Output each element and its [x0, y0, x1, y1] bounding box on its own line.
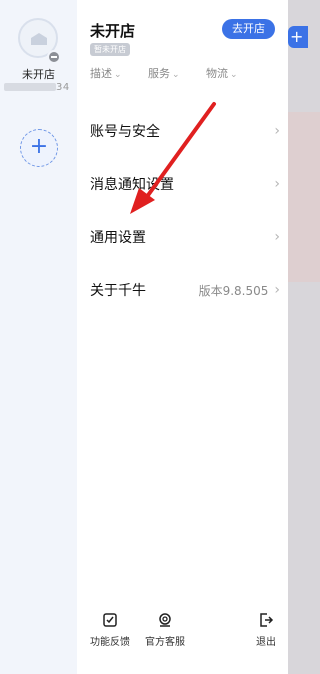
settings-drawer: 未开店 暂未开店 去开店 描述 ⌄ 服务 ⌄ 物流 ⌄ 账号与安全 › 消息通知设置 … [77, 0, 288, 674]
menu-label: 关于千牛 [90, 283, 146, 299]
chevron-right-icon: › [274, 282, 280, 298]
menu-account-security[interactable]: 账号与安全 › [90, 118, 280, 144]
metric-label: 物流 [206, 67, 228, 80]
background-page-overlay[interactable] [288, 0, 320, 674]
shop-switcher-rail: 未开店 34 + [0, 0, 77, 674]
logout-icon [260, 613, 274, 627]
menu-label: 消息通知设置 [90, 177, 174, 193]
shop-metrics: 描述 ⌄ 服务 ⌄ 物流 ⌄ [90, 65, 280, 81]
rail-account-id: 34 [4, 82, 70, 93]
shop-status-tag: 暂未开店 [90, 43, 130, 56]
app-version: 版本9.8.505 [198, 283, 269, 298]
chevron-right-icon: › [274, 176, 280, 192]
metric-service[interactable]: 服务 ⌄ [148, 65, 206, 81]
add-shop-button[interactable]: + [20, 129, 58, 167]
feedback-button[interactable]: 功能反馈 [85, 612, 135, 648]
rail-shop-name: 未开店 [22, 68, 55, 81]
chevron-right-icon: › [274, 123, 280, 139]
customer-service-button[interactable]: 官方客服 [140, 612, 190, 648]
metric-description[interactable]: 描述 ⌄ [90, 65, 148, 81]
metric-label: 服务 [148, 67, 170, 80]
menu-notification-settings[interactable]: 消息通知设置 › [90, 171, 280, 197]
background-card [288, 112, 320, 282]
menu-label: 账号与安全 [90, 124, 160, 140]
logout-label: 退出 [256, 637, 276, 648]
account-id-suffix: 34 [56, 82, 70, 93]
store-icon [31, 33, 47, 45]
chevron-right-icon: › [274, 229, 280, 245]
remove-badge-icon[interactable] [47, 50, 61, 64]
open-shop-button[interactable]: 去开店 [222, 19, 275, 39]
menu-general-settings[interactable]: 通用设置 › [90, 224, 280, 250]
menu-label: 通用设置 [90, 230, 146, 246]
metric-label: 描述 [90, 67, 112, 80]
metric-logistics[interactable]: 物流 ⌄ [206, 65, 264, 81]
service-label: 官方客服 [145, 637, 185, 648]
logout-button[interactable]: 退出 [247, 612, 285, 648]
headset-icon [159, 613, 171, 627]
masked-id [4, 83, 56, 91]
feedback-icon [103, 613, 117, 627]
shop-title: 未开店 [90, 22, 136, 40]
chevron-down-icon: ⌄ [230, 70, 238, 80]
background-plus-icon: + [288, 26, 308, 48]
chevron-down-icon: ⌄ [172, 70, 180, 80]
feedback-label: 功能反馈 [90, 637, 130, 648]
menu-about-qianniu[interactable]: 关于千牛 版本9.8.505 › [90, 277, 280, 303]
chevron-down-icon: ⌄ [114, 70, 122, 80]
